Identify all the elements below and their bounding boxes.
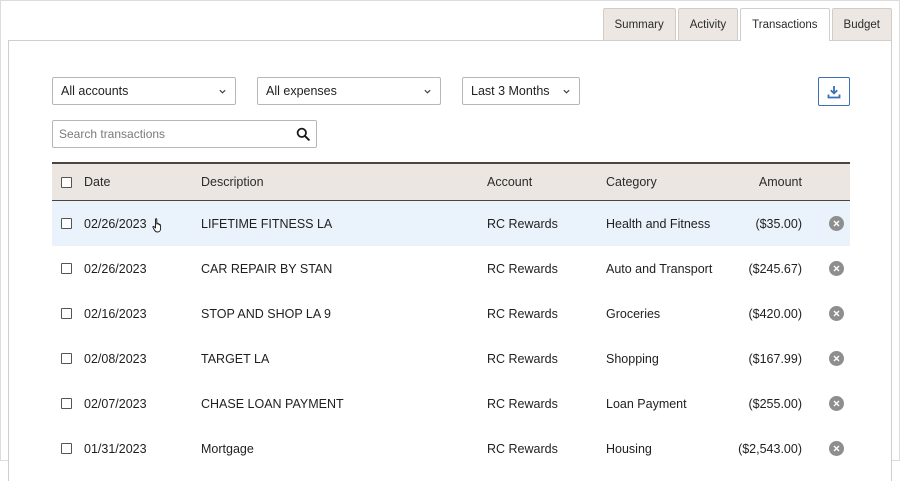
tab-bar: Summary Activity Transactions Budget (602, 8, 892, 41)
row-checkbox[interactable] (61, 443, 72, 454)
row-checkbox[interactable] (61, 308, 72, 319)
row-date: 02/26/2023 (84, 216, 147, 231)
row-description: TARGET LA (201, 351, 270, 366)
download-icon (827, 85, 841, 98)
row-checkbox[interactable] (61, 263, 72, 274)
row-amount: ($167.99) (748, 351, 802, 366)
search-box (52, 120, 317, 148)
row-category: Loan Payment (606, 396, 687, 411)
row-category: Housing (606, 441, 652, 456)
expenses-filter-select[interactable]: All expenses (257, 77, 441, 105)
tab-transactions[interactable]: Transactions (740, 8, 830, 41)
row-account: RC Rewards (487, 351, 558, 366)
table-row[interactable]: 02/26/2023 LIFETIME FITNESS LA RC Reward… (52, 201, 850, 246)
transactions-panel: All accounts All expenses Last 3 Months (8, 40, 892, 481)
transactions-table: Date Description Account Category Amount… (52, 162, 850, 471)
row-category: Groceries (606, 306, 661, 321)
row-checkbox[interactable] (61, 398, 72, 409)
search-icon[interactable] (296, 127, 310, 141)
remove-transaction-button[interactable] (829, 261, 844, 276)
remove-transaction-button[interactable] (829, 351, 844, 366)
row-description: CHASE LOAN PAYMENT (201, 396, 344, 411)
date-range-value: Last 3 Months (471, 84, 550, 98)
expenses-filter-value: All expenses (266, 84, 337, 98)
tab-budget[interactable]: Budget (831, 8, 892, 40)
download-button[interactable] (818, 77, 850, 106)
close-icon (833, 220, 840, 227)
row-amount: ($35.00) (755, 216, 802, 231)
row-description: STOP AND SHOP LA 9 (201, 306, 331, 321)
table-row[interactable]: 02/07/2023 CHASE LOAN PAYMENT RC Rewards… (52, 381, 850, 426)
remove-transaction-button[interactable] (829, 306, 844, 321)
row-description: CAR REPAIR BY STAN (201, 261, 333, 276)
select-all-checkbox[interactable] (61, 176, 72, 188)
row-account: RC Rewards (487, 216, 558, 231)
hand-pointer-icon (152, 218, 162, 233)
row-date: 01/31/2023 (84, 441, 147, 456)
header-date[interactable]: Date (84, 164, 110, 200)
row-date: 02/07/2023 (84, 396, 147, 411)
row-account: RC Rewards (487, 261, 558, 276)
table-row[interactable]: 02/16/2023 STOP AND SHOP LA 9 RC Rewards… (52, 291, 850, 336)
row-category: Auto and Transport (606, 261, 713, 276)
close-icon (833, 310, 840, 317)
row-account: RC Rewards (487, 441, 558, 456)
date-range-select[interactable]: Last 3 Months (462, 77, 580, 105)
row-amount: ($420.00) (748, 306, 802, 321)
accounts-filter-select[interactable]: All accounts (52, 77, 236, 105)
row-amount: ($2,543.00) (738, 441, 802, 456)
table-header: Date Description Account Category Amount (52, 162, 850, 201)
chevron-down-icon (563, 89, 570, 94)
table-row[interactable]: 02/26/2023 CAR REPAIR BY STAN RC Rewards… (52, 246, 850, 291)
close-icon (833, 445, 840, 452)
row-description: Mortgage (201, 441, 254, 456)
accounts-filter-value: All accounts (61, 84, 129, 98)
row-checkbox[interactable] (61, 353, 72, 364)
tab-activity[interactable]: Activity (677, 8, 739, 40)
row-account: RC Rewards (487, 306, 558, 321)
close-icon (833, 265, 840, 272)
remove-transaction-button[interactable] (829, 441, 844, 456)
close-icon (833, 400, 840, 407)
row-amount: ($245.67) (748, 261, 802, 276)
row-category: Shopping (606, 351, 659, 366)
header-account[interactable]: Account (487, 164, 532, 200)
remove-transaction-button[interactable] (829, 396, 844, 411)
table-row[interactable]: 01/31/2023 Mortgage RC Rewards Housing (… (52, 426, 850, 471)
row-amount: ($255.00) (748, 396, 802, 411)
table-row[interactable]: 02/08/2023 TARGET LA RC Rewards Shopping… (52, 336, 850, 381)
row-category: Health and Fitness (606, 216, 711, 231)
remove-transaction-button[interactable] (829, 216, 844, 231)
row-checkbox[interactable] (61, 218, 72, 229)
row-description: LIFETIME FITNESS LA (201, 216, 333, 231)
header-category[interactable]: Category (606, 164, 657, 200)
search-input[interactable] (53, 121, 296, 147)
chevron-down-icon (424, 89, 431, 94)
chevron-down-icon (219, 89, 226, 94)
row-date: 02/16/2023 (84, 306, 147, 321)
row-date: 02/08/2023 (84, 351, 147, 366)
row-date: 02/26/2023 (84, 261, 147, 276)
tab-summary[interactable]: Summary (602, 8, 676, 40)
close-icon (833, 355, 840, 362)
header-description[interactable]: Description (201, 164, 264, 200)
header-amount[interactable]: Amount (759, 164, 802, 200)
row-account: RC Rewards (487, 396, 558, 411)
